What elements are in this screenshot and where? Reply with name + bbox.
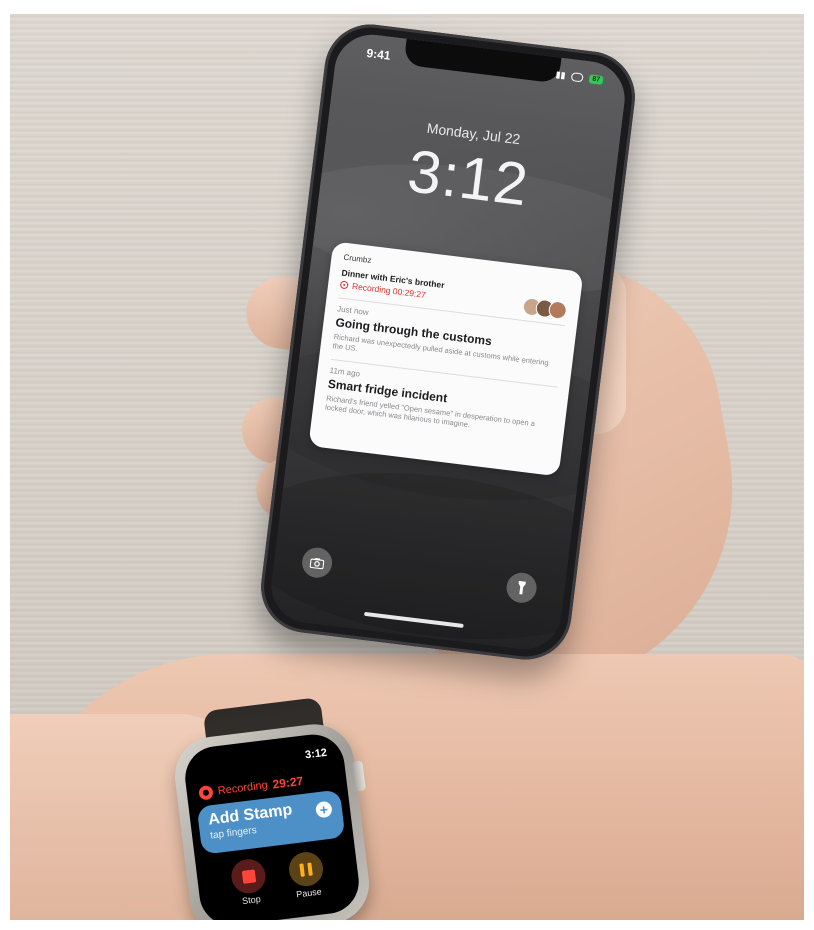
stamp-item[interactable]: 11m ago Smart fridge incident Richard's … <box>325 366 557 440</box>
participant-avatars <box>521 296 568 321</box>
watch-time: 3:12 <box>304 746 328 762</box>
add-stamp-button[interactable]: Add Stamp tap fingers + <box>196 789 346 855</box>
pause-icon <box>299 862 305 877</box>
recording-icon <box>339 280 349 290</box>
pause-icon <box>307 861 313 876</box>
recording-icon <box>198 784 214 801</box>
pause-button[interactable] <box>287 850 325 889</box>
notification-card[interactable]: Crumbz Dinner with Eric's brother Record… <box>308 241 584 477</box>
pause-label: Pause <box>295 886 323 900</box>
link-icon <box>570 72 584 83</box>
flashlight-icon <box>518 580 526 595</box>
stop-label: Stop <box>241 893 262 907</box>
recording-time: 29:27 <box>271 773 304 792</box>
watch-screen: 3:12 Recording 29:27 Add Stamp tap finge… <box>181 730 363 920</box>
notch <box>403 38 562 84</box>
battery-icon: 87 <box>588 74 604 85</box>
stop-icon <box>241 868 256 884</box>
stop-button[interactable] <box>229 857 268 896</box>
status-icons: ▮▮ 87 <box>555 69 604 86</box>
avatar <box>547 300 568 321</box>
photo-scene: 9:41 ▮▮ 87 Monday, Jul 22 3:12 Crumbz Di… <box>10 14 804 920</box>
camera-icon <box>309 557 325 569</box>
signal-icon: ▮▮ <box>555 69 567 81</box>
apple-watch: 3:12 Recording 29:27 Add Stamp tap finge… <box>170 719 374 920</box>
lock-screen: 9:41 ▮▮ 87 Monday, Jul 22 3:12 Crumbz Di… <box>267 30 629 654</box>
status-time: 9:41 <box>365 45 392 63</box>
recording-label: Recording <box>217 779 269 798</box>
